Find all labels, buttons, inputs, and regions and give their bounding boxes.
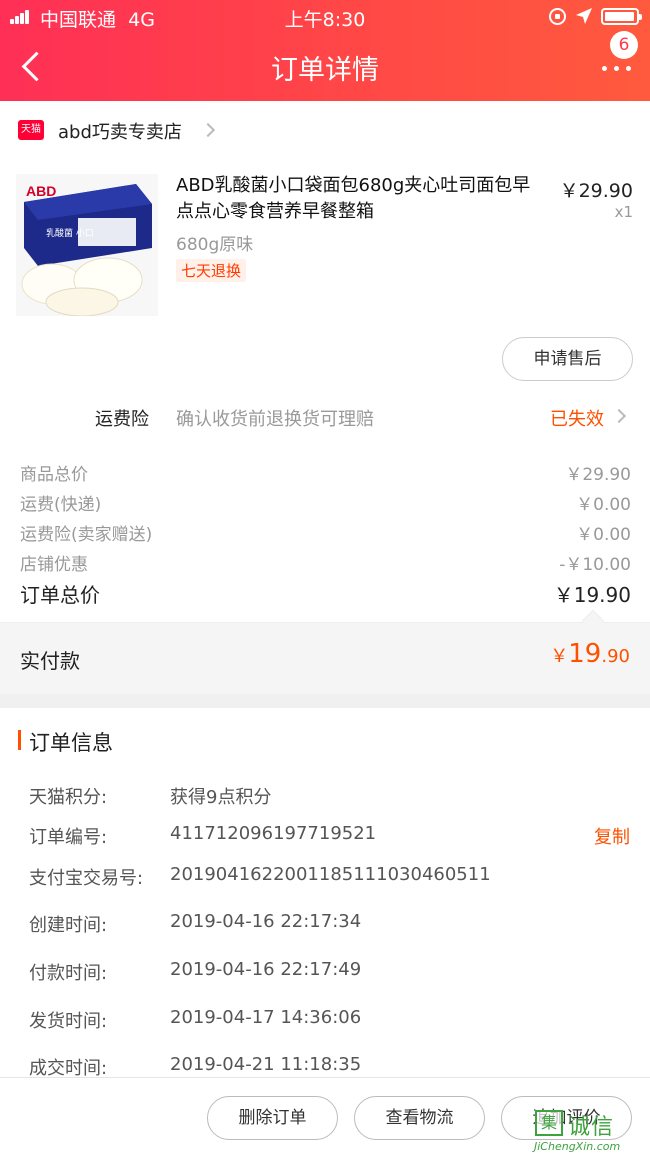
watermark: 集 诚信 JiChengXin.com	[532, 1106, 650, 1155]
paid-currency: ￥	[550, 646, 569, 667]
shipping-insurance-status[interactable]: 已失效	[550, 405, 604, 431]
after-sale-button[interactable]: 申请售后	[502, 337, 633, 381]
fee-label: 店铺优惠	[20, 555, 88, 575]
watermark-logo: 集	[535, 1110, 563, 1136]
box-text: 乳酸菌 小口	[46, 227, 94, 239]
fee-label: 运费(快递)	[20, 495, 102, 515]
paid-label: 实付款	[20, 649, 80, 673]
product-title[interactable]: ABD乳酸菌小口袋面包680g夹心吐司面包早点点心零食营养早餐整箱	[176, 173, 546, 225]
delete-order-button[interactable]: 删除订单	[207, 1096, 338, 1140]
info-key: 发货时间:	[29, 1011, 108, 1032]
info-value: 2019-04-17 14:36:06	[170, 1007, 362, 1028]
copy-button[interactable]: 复制	[594, 823, 630, 849]
fee-value: ￥0.00	[576, 525, 631, 545]
battery-icon	[601, 8, 642, 25]
info-value: 2019041622001185111030460511	[170, 864, 491, 885]
info-key: 天猫积分:	[29, 787, 108, 808]
paid-amount: ￥19.90	[550, 639, 630, 669]
order-detail-page: 中国联通 4G 上午8:30 订单详情 6 天猫 abd巧卖专卖店 ABD 乳酸…	[0, 0, 650, 1155]
rotation-lock-icon	[549, 8, 566, 25]
product-quantity: x1	[614, 203, 633, 221]
header: 中国联通 4G 上午8:30 订单详情 6	[0, 0, 650, 101]
product-image[interactable]: ABD 乳酸菌 小口	[16, 174, 158, 316]
paid-decimal: .90	[601, 646, 630, 667]
info-value: 2019-04-21 11:18:35	[170, 1054, 362, 1075]
location-icon	[576, 8, 592, 24]
fee-label: 商品总价	[20, 465, 88, 485]
fee-value: ￥0.00	[576, 495, 631, 515]
fee-label: 运费险(卖家赠送)	[20, 525, 153, 545]
product-spec: 680g原味	[176, 235, 254, 255]
shop-row[interactable]: 天猫 abd巧卖专卖店	[0, 108, 650, 152]
fee-row: 店铺优惠 -￥10.00	[20, 550, 631, 575]
chevron-right-icon	[611, 408, 627, 424]
shop-name: abd巧卖专卖店	[58, 122, 182, 143]
info-key: 创建时间:	[29, 915, 108, 936]
fee-row: 商品总价 ￥29.90	[20, 460, 631, 485]
return-policy-tag: 七天退换	[176, 259, 247, 282]
order-total-value: ￥19.90	[553, 583, 631, 607]
page-title: 订单详情	[271, 55, 379, 86]
notification-badge: 6	[610, 31, 638, 59]
status-bar: 中国联通 4G 上午8:30	[0, 0, 650, 34]
fee-row: 运费(快递) ￥0.00	[20, 490, 631, 515]
fee-value: -￥10.00	[559, 555, 631, 575]
fee-row: 运费险(卖家赠送) ￥0.00	[20, 520, 631, 545]
info-key: 支付宝交易号:	[29, 868, 144, 889]
info-key: 付款时间:	[29, 963, 108, 984]
product-price: ￥29.90	[559, 180, 633, 202]
shipping-insurance-label: 运费险	[95, 409, 149, 430]
accent-bar	[18, 730, 21, 750]
paid-integer: 19	[568, 639, 602, 669]
info-value: 获得9点积分	[170, 787, 272, 808]
info-key: 订单编号:	[29, 827, 108, 848]
info-value: 2019-04-16 22:17:49	[170, 959, 362, 980]
watermark-url: JiChengXin.com	[534, 1140, 621, 1153]
tmall-logo: 天猫	[18, 120, 44, 140]
info-value: 2019-04-16 22:17:34	[170, 911, 362, 932]
fee-value: ￥29.90	[565, 465, 631, 485]
info-value: 411712096197719521	[170, 823, 377, 844]
order-info-title: 订单信息	[29, 731, 113, 755]
order-total-row: 订单总价 ￥19.90	[20, 579, 631, 608]
paid-amount-section: 实付款 ￥19.90	[0, 622, 650, 694]
shipping-insurance-description: 确认收货前退换货可理赔	[176, 409, 374, 430]
chevron-right-icon	[200, 122, 216, 138]
product-thumbnail: ABD 乳酸菌 小口	[16, 174, 158, 316]
more-menu-button[interactable]	[598, 58, 634, 78]
view-logistics-button[interactable]: 查看物流	[354, 1096, 485, 1140]
order-total-label: 订单总价	[20, 583, 100, 607]
section-divider	[0, 694, 650, 708]
watermark-text: 诚信	[568, 1115, 615, 1140]
nav-bar: 订单详情 6	[0, 31, 650, 101]
brand-logo-text: ABD	[26, 183, 56, 199]
